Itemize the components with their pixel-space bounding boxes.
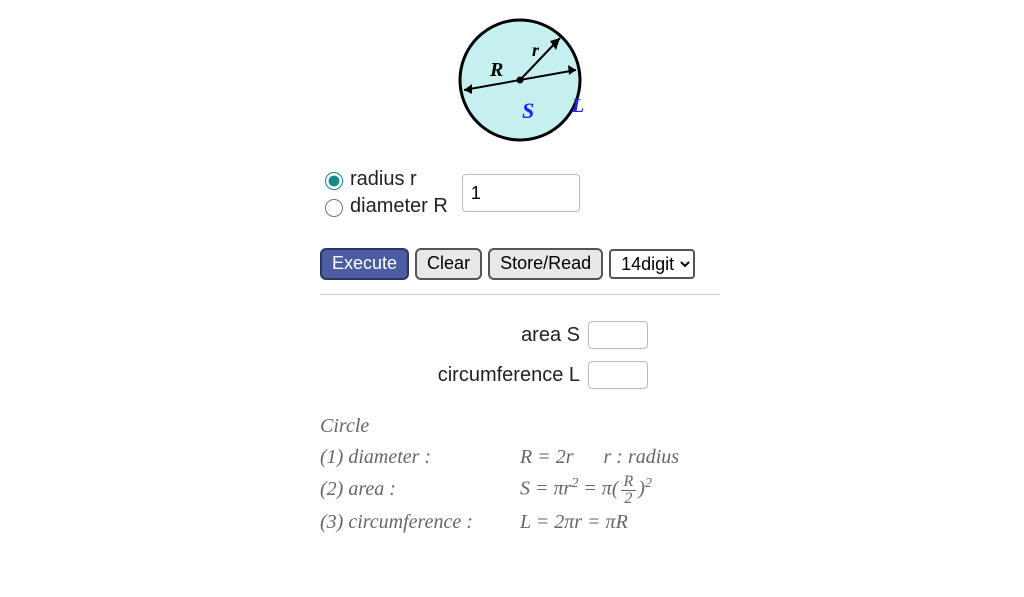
circle-diagram: R r S L	[320, 10, 720, 150]
diagram-label-S: S	[522, 98, 534, 123]
formula-2-mid: = π(	[578, 478, 618, 500]
output-circumference-label: circumference L	[438, 364, 580, 387]
radio-radius[interactable]: radius r	[320, 168, 448, 191]
formula-1-eq: R = 2r	[520, 446, 574, 468]
outputs: area S circumference L	[320, 321, 720, 389]
execute-button[interactable]: Execute	[320, 248, 409, 280]
diagram-label-R: R	[489, 59, 503, 81]
output-area-value	[588, 321, 648, 349]
formula-2-frac-den: 2	[621, 491, 635, 507]
clear-button[interactable]: Clear	[415, 248, 482, 280]
output-circumference-value	[588, 361, 648, 389]
store-read-button[interactable]: Store/Read	[488, 248, 603, 280]
radio-diameter[interactable]: diameter R	[320, 195, 448, 218]
formula-2-prefix: S = πr	[520, 478, 571, 500]
formula-1-lhs: (1) diameter :	[320, 442, 510, 473]
diagram-label-L: L	[571, 95, 584, 117]
formula-1-note: r : radius	[604, 446, 680, 468]
formula-2-lhs: (2) area :	[320, 474, 510, 505]
output-area-label: area S	[521, 324, 580, 347]
formula-1-rhs: R = 2r r : radius	[520, 442, 679, 473]
value-input[interactable]	[462, 174, 580, 212]
formula-2-fraction: R2	[621, 474, 637, 507]
page-root: R r S L radius r diameter R Execute	[0, 0, 1024, 597]
output-circumference-row: circumference L	[320, 361, 720, 389]
separator	[320, 294, 720, 295]
radio-radius-label: radius r	[350, 168, 417, 191]
diagram-label-r: r	[532, 40, 540, 60]
formula-line-1: (1) diameter : R = 2r r : radius	[320, 442, 720, 473]
input-mode-radios: radius r diameter R	[320, 168, 448, 218]
output-area-row: area S	[320, 321, 720, 349]
formula-title: Circle	[320, 411, 720, 442]
formula-line-2: (2) area : S = πr2 = π(R2)2	[320, 473, 720, 507]
button-row: Execute Clear Store/Read 14digit	[320, 248, 720, 280]
formula-block: Circle (1) diameter : R = 2r r : radius …	[320, 411, 720, 538]
formula-3-lhs: (3) circumference :	[320, 507, 510, 538]
calculator-panel: R r S L radius r diameter R Execute	[320, 10, 720, 538]
formula-2-suffix: )	[638, 478, 645, 500]
input-row: radius r diameter R	[320, 168, 720, 218]
formula-3-rhs: L = 2πr = πR	[520, 507, 628, 538]
precision-select[interactable]: 14digit	[609, 249, 695, 279]
radio-diameter-input[interactable]	[325, 199, 343, 217]
formula-2-rhs: S = πr2 = π(R2)2	[520, 473, 652, 507]
radio-diameter-label: diameter R	[350, 195, 448, 218]
circle-diagram-svg: R r S L	[450, 10, 590, 150]
radio-radius-input[interactable]	[325, 172, 343, 190]
formula-2-frac-num: R	[621, 474, 637, 491]
formula-line-3: (3) circumference : L = 2πr = πR	[320, 507, 720, 538]
